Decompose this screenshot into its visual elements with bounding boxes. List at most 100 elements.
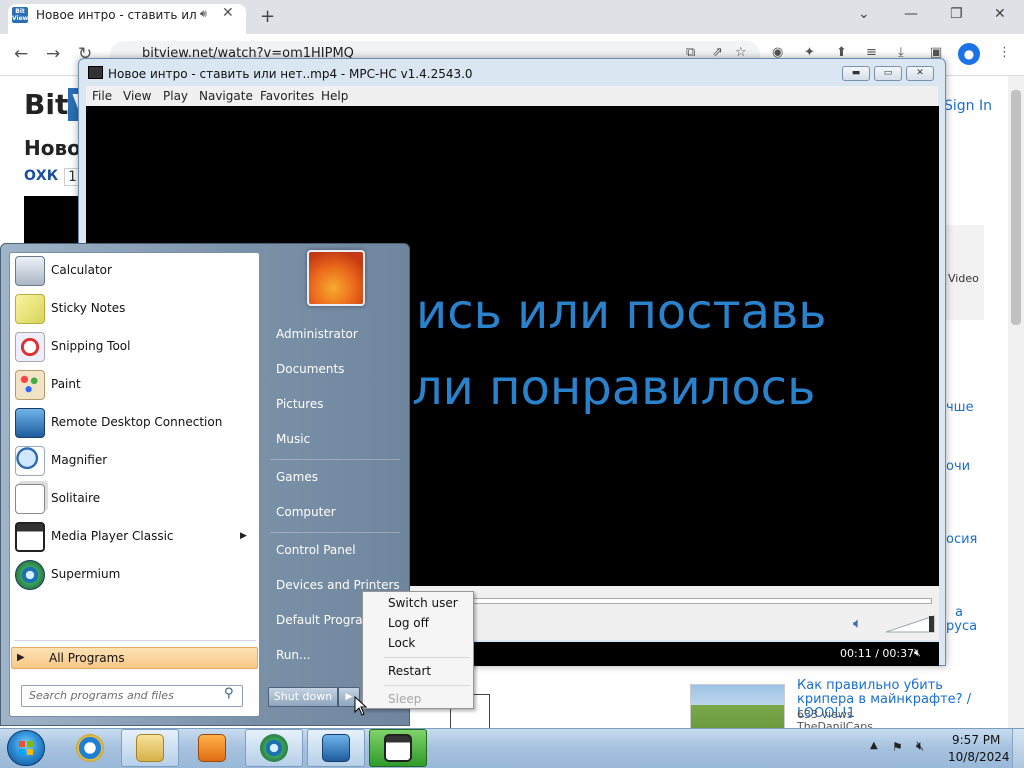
submenu-switch-user[interactable]: Switch user [388,596,458,610]
program-label: Snipping Tool [51,339,131,353]
playback-time: 00:11 / 00:37 [840,647,915,660]
program-solitaire[interactable]: Solitaire [12,481,258,517]
media-player-classic-icon [15,522,45,552]
forward-arrow-icon[interactable]: → [46,44,60,64]
program-label: Remote Desktop Connection [51,415,223,429]
windows-media-player-icon [198,734,226,762]
paint-icon [15,370,45,400]
sign-in-link[interactable]: Sign In [944,98,992,114]
program-calculator[interactable]: Calculator [12,253,258,289]
minimize-window-button[interactable]: — [904,6,918,22]
program-label: Solitaire [51,491,101,505]
submenu-log-off[interactable]: Log off [388,616,429,630]
restore-window-button[interactable]: ❐ [950,6,963,22]
mpc-window-title: Новое интро - ставить или нет..mp4 - MPC… [108,67,473,81]
profile-avatar-icon[interactable]: ● [958,43,980,65]
related-link[interactable]: осия [946,532,977,547]
supermium-icon [260,734,288,762]
shutdown-button[interactable]: Shut down [268,687,338,707]
remote-desktop-icon [15,408,45,438]
new-tab-button[interactable]: + [260,6,275,27]
tab-search-icon[interactable]: ⌄ [858,6,870,22]
program-media-player-classic[interactable]: Media Player Classic [12,519,258,555]
submenu-arrow-icon[interactable]: ▶ [240,531,247,541]
right-item-music[interactable]: Music [276,432,310,446]
submenu-sleep: Sleep [388,692,422,706]
program-supermium[interactable]: Supermium [12,557,258,593]
kebab-menu-icon[interactable]: ⋮ [998,45,1011,60]
divider [270,459,400,460]
tab-title: Новое интро - ставить или не [36,8,196,22]
volume-icon[interactable]: 🔈︎ [853,614,862,632]
clock-time[interactable]: 9:57 PM [952,733,1000,747]
mpc-maximize-button[interactable]: ▭ [874,66,902,81]
mpc-app-icon[interactable] [88,66,103,79]
folder-icon [136,734,164,762]
program-remote-desktop[interactable]: Remote Desktop Connection [12,405,258,441]
menu-help[interactable]: Help [321,89,348,103]
right-item-documents[interactable]: Documents [276,362,344,376]
program-label: Supermium [51,567,121,581]
show-desktop-button[interactable] [1012,729,1024,768]
program-snipping-tool[interactable]: Snipping Tool [12,329,258,365]
menu-play[interactable]: Play [163,89,188,103]
seek-bar[interactable] [470,598,932,604]
related-video-tab[interactable]: Video [948,272,979,285]
sticky-notes-icon [15,294,45,324]
search-icon[interactable]: ⚲ [224,686,234,701]
divider [384,685,470,686]
related-video-thumbnail[interactable] [690,684,785,730]
show-hidden-icons-icon[interactable]: ▲ [870,740,878,751]
tab-close-icon[interactable]: ✕ [222,5,234,21]
menu-file[interactable]: File [92,89,112,103]
all-programs-arrow-icon: ▶ [17,652,25,663]
magnifier-icon [15,446,45,476]
volume-muted-icon[interactable]: 🔇︎ [916,739,924,754]
divider [270,532,400,533]
channel-link[interactable]: ОХК [24,168,58,184]
supermium-icon [15,560,45,590]
program-label: Media Player Classic [51,529,174,543]
program-label: Sticky Notes [51,301,126,315]
right-item-administrator[interactable]: Administrator [276,327,358,341]
program-magnifier[interactable]: Magnifier [12,443,258,479]
user-avatar[interactable] [307,250,365,306]
mpc-close-button[interactable]: ✕ [906,66,934,81]
calculator-icon [15,256,45,286]
related-link[interactable]: а [955,605,963,620]
right-item-computer[interactable]: Computer [276,505,336,519]
right-item-control-panel[interactable]: Control Panel [276,543,356,557]
right-item-games[interactable]: Games [276,470,318,484]
volume-slider[interactable] [882,614,936,634]
action-center-icon[interactable]: ⚑ [892,740,903,754]
menu-navigate[interactable]: Navigate [199,89,253,103]
menu-favorites[interactable]: Favorites [260,89,314,103]
speaker-icon[interactable]: 🔊︎ [200,7,207,21]
back-arrow-icon[interactable]: ← [14,44,28,64]
mpc-minimize-button[interactable]: ▬ [842,66,870,81]
program-paint[interactable]: Paint [12,367,258,403]
related-link[interactable]: руса [946,619,977,634]
submenu-lock[interactable]: Lock [388,636,415,650]
subtitle-line-2: ли понравилось [412,360,816,416]
divider [384,657,470,658]
right-item-run[interactable]: Run... [276,648,310,662]
mute-icon[interactable]: 🔇︎ [914,646,921,660]
submenu-restart[interactable]: Restart [388,664,431,678]
related-link[interactable]: чше [946,400,974,415]
mouse-pointer-icon [354,696,368,716]
program-label: Paint [51,377,81,391]
all-programs-label: All Programs [49,651,125,665]
scrollbar-thumb[interactable] [1011,90,1021,325]
right-item-devices-printers[interactable]: Devices and Printers [276,578,400,592]
program-label: Calculator [51,263,112,277]
snipping-tool-icon [15,332,45,362]
close-window-button[interactable]: ✕ [994,6,1006,22]
media-player-classic-icon [384,734,412,762]
right-item-pictures[interactable]: Pictures [276,397,324,411]
related-link[interactable]: очи [946,459,970,474]
menu-view[interactable]: View [123,89,151,103]
clock-date[interactable]: 10/8/2024 [948,750,1010,764]
program-sticky-notes[interactable]: Sticky Notes [12,291,258,327]
logo-part1: Bit [24,88,69,121]
